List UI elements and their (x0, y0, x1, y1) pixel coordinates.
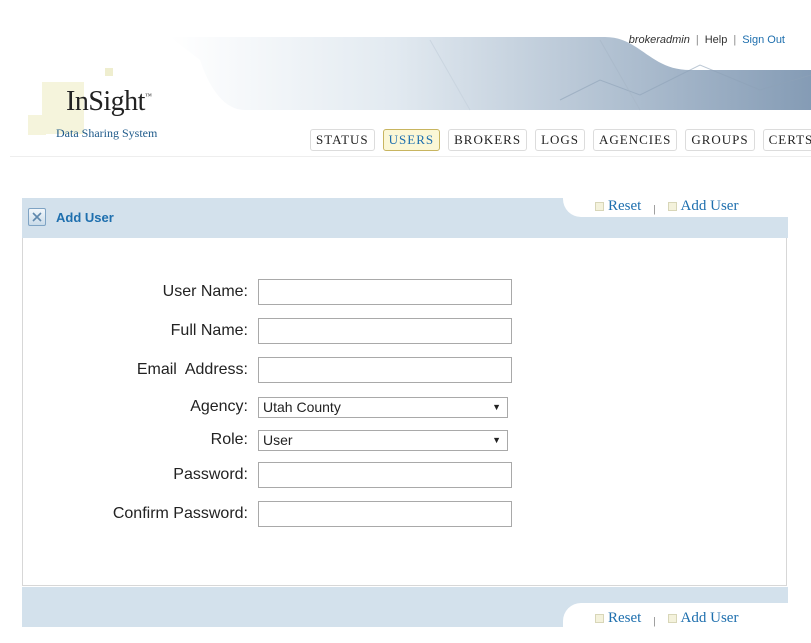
user-links: brokeradmin | Help | Sign Out (629, 34, 785, 46)
tab-agencies[interactable]: AGENCIES (593, 129, 678, 151)
sign-out-link[interactable]: Sign Out (742, 34, 785, 46)
add-user-icon (667, 202, 677, 211)
chevron-down-icon: ▼ (492, 402, 501, 412)
reset-button[interactable]: Reset (595, 610, 641, 627)
role-label: Role: (210, 431, 248, 448)
full-name-row: Full Name: (23, 318, 783, 344)
tab-certs[interactable]: CERTS (762, 129, 811, 151)
tab-status[interactable]: STATUS (310, 129, 375, 151)
password-row: Password: (23, 462, 783, 488)
chevron-down-icon: ▼ (492, 435, 501, 445)
panel-title-text: Add User (56, 209, 114, 225)
add-user-label: Add User (680, 610, 739, 626)
role-select[interactable]: User ▼ (258, 429, 508, 451)
separator: | (695, 34, 699, 46)
main-nav: STATUS USERS BROKERS LOGS AGENCIES GROUP… (310, 129, 811, 151)
role-value: User (263, 432, 293, 448)
header: brokeradmin | Help | Sign Out InSight™ Data … (0, 0, 811, 160)
panel-title: Add User (28, 208, 114, 226)
reset-icon (595, 202, 604, 211)
user-name-row: User Name: (23, 279, 783, 305)
full-name-label: Full Name: (170, 322, 248, 339)
email-label: Email Address: (136, 361, 248, 378)
email-input[interactable] (258, 357, 512, 383)
confirm-password-input[interactable] (258, 501, 512, 527)
agency-row: Agency: Utah County ▼ (23, 394, 783, 420)
action-divider: | (653, 614, 656, 627)
username: brokeradmin (628, 34, 690, 46)
confirm-password-row: Confirm Password: (23, 501, 783, 527)
help-link[interactable]: Help (705, 34, 728, 46)
close-x-glyph (32, 212, 42, 222)
separator: | (733, 34, 737, 46)
close-icon[interactable] (28, 208, 46, 226)
user-name-input[interactable] (258, 279, 512, 305)
full-name-input[interactable] (258, 318, 512, 344)
logo-trademark: ™ (144, 92, 152, 100)
reset-icon (595, 614, 604, 623)
password-label: Password: (173, 466, 248, 483)
add-user-icon (667, 614, 677, 623)
logo-subtitle: Data Sharing System (56, 126, 158, 140)
password-input[interactable] (258, 462, 512, 488)
reset-label: Reset (608, 610, 642, 626)
reset-button[interactable]: Reset (595, 198, 641, 215)
agency-label: Agency: (190, 398, 248, 415)
action-divider: | (653, 202, 656, 215)
reset-label: Reset (608, 198, 642, 214)
logo-title-text: InSight (66, 86, 145, 117)
add-user-button[interactable]: Add User (667, 198, 739, 215)
email-row: Email Address: (23, 357, 783, 383)
bottom-actions: Reset | Add User (595, 610, 738, 627)
user-name-label: User Name: (162, 283, 248, 300)
agency-select[interactable]: Utah County ▼ (258, 396, 508, 418)
tab-groups[interactable]: GROUPS (685, 129, 755, 151)
role-row: Role: User ▼ (23, 427, 783, 453)
add-user-label: Add User (680, 198, 739, 214)
logo-title: InSight™ (66, 86, 152, 118)
tab-users[interactable]: USERS (382, 129, 441, 151)
agency-value: Utah County (263, 399, 341, 415)
add-user-button[interactable]: Add User (667, 610, 739, 627)
top-actions: Reset | Add User (595, 198, 738, 215)
add-user-form: User Name: Full Name: Email Address: Age… (22, 238, 787, 586)
tab-brokers[interactable]: BROKERS (448, 129, 528, 151)
confirm-password-label: Confirm Password: (112, 505, 248, 522)
tab-logs[interactable]: LOGS (535, 129, 586, 151)
